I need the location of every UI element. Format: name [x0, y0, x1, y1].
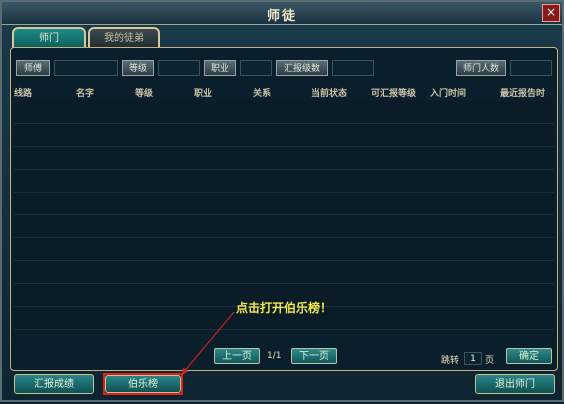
- report-results-button[interactable]: 汇报成绩: [14, 374, 94, 394]
- col-job: 职业: [194, 89, 213, 99]
- report-level-field: [332, 60, 374, 76]
- level-field: [158, 60, 200, 76]
- table-row[interactable]: [14, 192, 554, 216]
- info-row: 师傅 等级 职业 汇报级数 师门人数: [16, 60, 552, 76]
- table-row[interactable]: [14, 261, 554, 285]
- table-row[interactable]: [14, 238, 554, 262]
- confirm-button[interactable]: 确定: [506, 348, 552, 364]
- job-field: [240, 60, 272, 76]
- page-suffix: 页: [485, 356, 495, 366]
- col-relation: 关系: [253, 89, 272, 99]
- jump-label: 跳转: [441, 356, 460, 366]
- col-report-level: 可汇报等级: [371, 89, 417, 99]
- col-line: 线路: [14, 89, 33, 99]
- col-status: 当前状态: [311, 89, 348, 99]
- level-label: 等级: [122, 60, 154, 76]
- report-level-label: 汇报级数: [276, 60, 328, 76]
- page-indicator: 1/1: [267, 351, 282, 361]
- member-count-label: 师门人数: [456, 60, 506, 76]
- title-bar[interactable]: 师徒 ×: [2, 2, 562, 25]
- quit-sect-button[interactable]: 退出师门: [475, 374, 555, 394]
- table-row[interactable]: [14, 146, 554, 170]
- member-count-field: [510, 60, 552, 76]
- table-row[interactable]: [14, 101, 554, 124]
- master-label: 师傅: [16, 60, 50, 76]
- hint-text: 点击打开伯乐榜！: [236, 301, 333, 315]
- table-row[interactable]: [14, 169, 554, 193]
- next-page-button[interactable]: 下一页: [291, 348, 337, 364]
- tab-my-apprentices[interactable]: 我的徒弟: [88, 27, 160, 49]
- content-panel: 师傅 等级 职业 汇报级数 师门人数 线路 名字 等级 职业 关系 当前状态 可…: [10, 47, 558, 371]
- col-name: 名字: [76, 89, 95, 99]
- col-join-time: 入门时间: [430, 89, 467, 99]
- table-row[interactable]: [14, 215, 554, 239]
- prev-page-button[interactable]: 上一页: [214, 348, 260, 364]
- job-label: 职业: [204, 60, 236, 76]
- highlight-box: [103, 373, 183, 395]
- table-row[interactable]: [14, 123, 554, 147]
- master-field: [54, 60, 118, 76]
- col-last-report: 最近报告时: [500, 89, 546, 99]
- tab-master-sect[interactable]: 师门: [12, 27, 86, 49]
- window-title: 师徒: [266, 9, 297, 24]
- col-level: 等级: [135, 89, 154, 99]
- master-apprentice-window: 师徒 × 师门 我的徒弟 师傅 等级 职业 汇报级数 师门人数 线路 名字 等级…: [0, 0, 564, 402]
- close-button[interactable]: ×: [542, 4, 560, 22]
- page-number-input[interactable]: [464, 352, 482, 365]
- table-header: 线路 名字 等级 职业 关系 当前状态 可汇报等级 入门时间 最近报告时: [14, 86, 554, 100]
